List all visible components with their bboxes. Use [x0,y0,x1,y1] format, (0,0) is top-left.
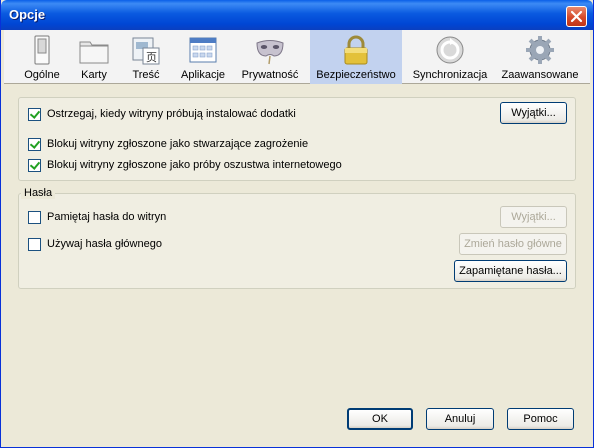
passwords-exceptions-button[interactable]: Wyjątki... [500,206,567,228]
tab-label: Prywatność [241,69,299,81]
ok-button[interactable]: OK [347,408,413,430]
tab-security[interactable]: Bezpieczeństwo [310,30,402,84]
tab-applications[interactable]: Aplikacje [178,30,228,84]
content-icon: 页 [132,37,160,65]
security-group: Ostrzegaj, kiedy witryny próbują instalo… [18,97,576,181]
passwords-group: Pamiętaj hasła do witryn Wyjątki... Używ… [18,193,576,289]
remember-passwords-checkbox[interactable]: Pamiętaj hasła do witryn [28,209,166,225]
cancel-button[interactable]: Anuluj [426,408,494,430]
title-bar[interactable]: Opcje [1,0,593,30]
passwords-group-title: Hasła [21,187,56,199]
tab-content[interactable]: 页 Treść [124,30,168,84]
gear-icon [526,36,554,64]
options-dialog: Opcje Ogólne Karty 页 Treść Aplikacje Pry… [0,0,594,448]
checkbox[interactable] [28,210,41,224]
master-password-label: Używaj hasła głównego [47,238,162,250]
close-icon [570,10,583,23]
block-attack-label: Blokuj witryny zgłoszone jako stwarzając… [47,138,309,150]
folder-tabs-icon [79,41,109,64]
tab-label: Ogólne [24,69,60,81]
warn-addons-checkbox[interactable]: Ostrzegaj, kiedy witryny próbują instalo… [28,106,296,122]
tab-label: Karty [81,69,107,81]
block-forgery-checkbox[interactable]: Blokuj witryny zgłoszone jako próby oszu… [28,157,342,173]
block-attack-checkbox[interactable]: Blokuj witryny zgłoszone jako stwarzając… [28,136,308,152]
window-title: Opcje [9,7,46,22]
block-forgery-label: Blokuj witryny zgłoszone jako próby oszu… [47,159,342,171]
tab-advanced[interactable]: Zaawansowane [500,30,580,84]
padlock-icon [344,35,368,65]
tab-label: Treść [132,69,160,81]
checkbox[interactable] [28,137,41,151]
checkbox[interactable] [28,107,41,121]
remember-passwords-label: Pamiętaj hasła do witryn [47,211,167,223]
warn-addons-label: Ostrzegaj, kiedy witryny próbują instalo… [47,108,296,120]
preferences-toolbar: Ogólne Karty 页 Treść Aplikacje Prywatnoś… [4,30,590,84]
help-button[interactable]: Pomoc [507,408,574,430]
mask-icon [256,40,284,65]
tab-general[interactable]: Ogólne [18,30,66,84]
svg-text:页: 页 [146,51,157,64]
tab-label: Synchronizacja [412,69,488,81]
tab-label: Aplikacje [180,69,226,81]
applications-icon [189,37,217,63]
checkbox[interactable] [28,237,41,251]
tab-sync[interactable]: Synchronizacja [408,30,492,84]
tab-label: Bezpieczeństwo [316,69,396,81]
change-master-password-button[interactable]: Zmień hasło główne [459,233,567,255]
sync-icon [436,36,464,64]
tab-tabs[interactable]: Karty [72,30,116,84]
master-password-checkbox[interactable]: Używaj hasła głównego [28,236,162,252]
close-button[interactable] [566,6,587,27]
saved-passwords-button[interactable]: Zapamiętane hasła... [454,260,567,282]
addons-exceptions-button[interactable]: Wyjątki... [500,102,567,124]
switch-icon [34,35,50,65]
tab-privacy[interactable]: Prywatność [238,30,302,84]
tab-label: Zaawansowane [501,69,579,81]
checkbox[interactable] [28,158,41,172]
